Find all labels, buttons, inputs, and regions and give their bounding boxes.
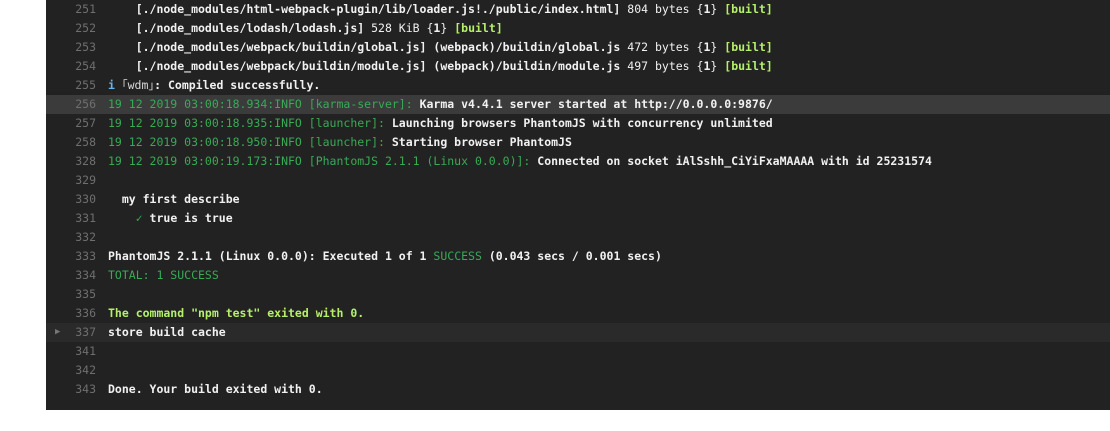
log-line: 334 TOTAL: 1 SUCCESS xyxy=(46,266,1110,285)
log-segment: ✓ xyxy=(108,211,150,225)
log-fold-row[interactable]: ▶ 337 store build cache xyxy=(46,323,1110,342)
line-number-link[interactable]: 254 xyxy=(46,57,96,76)
build-log-terminal: 251 [./node_modules/html-webpack-plugin/… xyxy=(46,0,1110,410)
log-line: 336 The command "npm test" exited with 0. xyxy=(46,304,1110,323)
log-line-text: [./node_modules/html-webpack-plugin/lib/… xyxy=(108,0,773,19)
log-line-text: 19 12 2019 03:00:18.934:INFO [karma-serv… xyxy=(108,95,773,114)
line-number-link[interactable]: 333 xyxy=(46,247,96,266)
log-line: 333 PhantomJS 2.1.1 (Linux 0.0.0): Execut… xyxy=(46,247,1110,266)
log-segment: } xyxy=(710,40,725,54)
log-line: 251 [./node_modules/html-webpack-plugin/… xyxy=(46,0,1110,19)
line-number-link[interactable]: 334 xyxy=(46,266,96,285)
log-segment: 804 bytes { xyxy=(627,2,704,16)
log-line-text: Done. Your build exited with 0. xyxy=(108,380,323,399)
log-segment: [./node_modules/webpack/buildin/module.j… xyxy=(108,59,434,73)
log-line-text: The command "npm test" exited with 0. xyxy=(108,304,364,323)
log-line-text: TOTAL: 1 SUCCESS xyxy=(108,266,219,285)
log-line: 335 xyxy=(46,285,1110,304)
log-segment: true is true xyxy=(149,211,233,225)
log-segment: [built] xyxy=(724,40,773,54)
line-number-link[interactable]: 258 xyxy=(46,133,96,152)
log-segment: TOTAL: 1 SUCCESS xyxy=(108,268,219,282)
log-line: 331 ✓ true is true xyxy=(46,209,1110,228)
log-line-text: PhantomJS 2.1.1 (Linux 0.0.0): Executed … xyxy=(108,247,662,266)
line-number-link[interactable]: 255 xyxy=(46,76,96,95)
log-segment: [built] xyxy=(454,21,503,35)
log-segment: 528 KiB { xyxy=(371,21,434,35)
log-segment: Karma v4.4.1 server started at http://0.… xyxy=(419,97,773,111)
log-segment: 497 bytes { xyxy=(627,59,704,73)
log-segment: 19 12 2019 03:00:18.934:INFO [karma-serv… xyxy=(108,97,420,111)
log-segment: [./node_modules/webpack/buildin/global.j… xyxy=(108,40,434,54)
log-container: 251 [./node_modules/html-webpack-plugin/… xyxy=(46,0,1110,399)
line-number-link[interactable]: 335 xyxy=(46,285,96,304)
line-number-link[interactable]: 251 xyxy=(46,0,96,19)
line-number-link[interactable]: 331 xyxy=(46,209,96,228)
log-segment: PhantomJS 2.1.1 (Linux 0.0.0): Executed … xyxy=(108,249,434,263)
log-line: 255 i ｢wdm｣: Compiled successfully. xyxy=(46,76,1110,95)
line-number-link[interactable]: 253 xyxy=(46,38,96,57)
log-segment: 19 12 2019 03:00:18.950:INFO [launcher]: xyxy=(108,135,392,149)
log-segment: Done. Your build exited with 0. xyxy=(108,382,323,396)
log-line-text: [./node_modules/lodash/lodash.js] 528 Ki… xyxy=(108,19,503,38)
log-line: 342 xyxy=(46,361,1110,380)
log-line-text: 19 12 2019 03:00:18.950:INFO [launcher]:… xyxy=(108,133,572,152)
log-segment: : Compiled successfully. xyxy=(154,78,321,92)
log-segment: [./node_modules/lodash/lodash.js] xyxy=(108,21,372,35)
log-line: 258 19 12 2019 03:00:18.950:INFO [launche… xyxy=(46,133,1110,152)
line-number-link[interactable]: 343 xyxy=(46,380,96,399)
line-number-link[interactable]: 328 xyxy=(46,152,96,171)
log-segment: Connected on socket iAlSshh_CiYiFxaMAAAA… xyxy=(537,154,932,168)
line-number-link[interactable]: 330 xyxy=(46,190,96,209)
log-line: 332 xyxy=(46,228,1110,247)
log-line: 252 [./node_modules/lodash/lodash.js] 52… xyxy=(46,19,1110,38)
log-segment: SUCCESS xyxy=(433,249,482,263)
log-line-text: 19 12 2019 03:00:19.173:INFO [PhantomJS … xyxy=(108,152,932,171)
log-segment: [built] xyxy=(724,59,773,73)
log-segment: (webpack)/buildin/module.js xyxy=(433,59,628,73)
log-segment: The command "npm test" exited with 0. xyxy=(108,306,365,320)
log-segment: (webpack)/buildin/global.js xyxy=(433,40,628,54)
log-line-text: store build cache xyxy=(108,323,226,342)
log-line: 328 19 12 2019 03:00:19.173:INFO [Phantom… xyxy=(46,152,1110,171)
log-line: 343 Done. Your build exited with 0. xyxy=(46,380,1110,399)
log-segment: 472 bytes { xyxy=(627,40,704,54)
line-number-link[interactable]: 256 xyxy=(46,95,96,114)
log-segment: } xyxy=(710,59,725,73)
log-line: 330 my first describe xyxy=(46,190,1110,209)
line-number-link[interactable]: 329 xyxy=(46,171,96,190)
line-number-link[interactable]: 257 xyxy=(46,114,96,133)
log-segment: my first describe xyxy=(108,192,240,206)
line-number-link[interactable]: 332 xyxy=(46,228,96,247)
log-line: 341 xyxy=(46,342,1110,361)
log-line-text: my first describe xyxy=(108,190,240,209)
log-segment: [built] xyxy=(724,2,773,16)
log-line: 253 [./node_modules/webpack/buildin/glob… xyxy=(46,38,1110,57)
log-segment: store build cache xyxy=(108,325,226,339)
log-segment: } xyxy=(710,2,725,16)
log-line: 329 xyxy=(46,171,1110,190)
log-segment: (0.043 secs / 0.001 secs) xyxy=(481,249,662,263)
info-icon: i xyxy=(108,78,122,92)
log-line-text: [./node_modules/webpack/buildin/global.j… xyxy=(108,38,773,57)
line-number-link[interactable]: 342 xyxy=(46,361,96,380)
log-line-text: i ｢wdm｣: Compiled successfully. xyxy=(108,76,320,95)
log-line: 256 19 12 2019 03:00:18.934:INFO [karma-s… xyxy=(46,95,1110,114)
log-segment: } xyxy=(440,21,455,35)
line-number-link[interactable]: 252 xyxy=(46,19,96,38)
line-number-link[interactable]: 337 xyxy=(46,323,96,342)
log-segment: 19 12 2019 03:00:18.935:INFO [launcher]: xyxy=(108,116,392,130)
log-segment: ｢wdm｣ xyxy=(121,78,155,92)
line-number-link[interactable]: 336 xyxy=(46,304,96,323)
log-segment: Launching browsers PhantomJS with concur… xyxy=(391,116,773,130)
log-segment: Starting browser PhantomJS xyxy=(391,135,572,149)
log-segment: 19 12 2019 03:00:19.173:INFO [PhantomJS … xyxy=(108,154,538,168)
log-line: 257 19 12 2019 03:00:18.935:INFO [launche… xyxy=(46,114,1110,133)
log-line-text: [./node_modules/webpack/buildin/module.j… xyxy=(108,57,773,76)
log-segment: [./node_modules/html-webpack-plugin/lib/… xyxy=(108,2,628,16)
log-line-text: ✓ true is true xyxy=(108,209,233,228)
line-number-link[interactable]: 341 xyxy=(46,342,96,361)
log-line-text: 19 12 2019 03:00:18.935:INFO [launcher]:… xyxy=(108,114,773,133)
log-line: 254 [./node_modules/webpack/buildin/modu… xyxy=(46,57,1110,76)
